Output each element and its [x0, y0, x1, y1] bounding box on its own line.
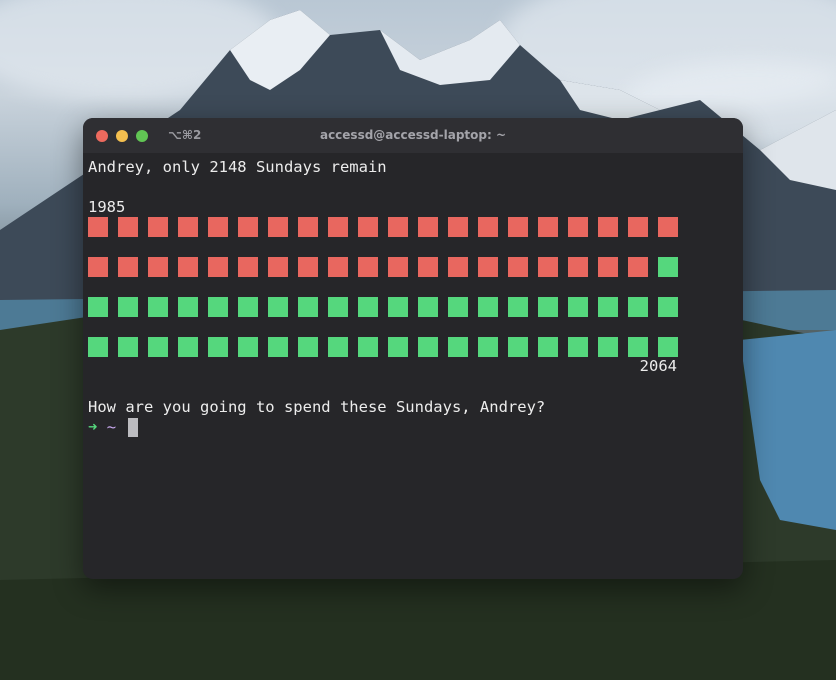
grid-row: [88, 337, 678, 357]
remaining-sunday-block: [418, 337, 438, 357]
past-sunday-block: [148, 257, 168, 277]
remaining-sunday-block: [268, 297, 288, 317]
past-sunday-block: [208, 257, 228, 277]
remaining-sunday-block: [298, 297, 318, 317]
remaining-sunday-block: [328, 297, 348, 317]
past-sunday-block: [478, 217, 498, 237]
past-sunday-block: [358, 257, 378, 277]
end-year: 2064: [639, 357, 677, 375]
remaining-sunday-block: [328, 337, 348, 357]
past-sunday-block: [598, 257, 618, 277]
remaining-sunday-block: [568, 337, 588, 357]
past-sunday-block: [538, 257, 558, 277]
remaining-sunday-block: [448, 297, 468, 317]
past-sunday-block: [568, 257, 588, 277]
past-sunday-block: [448, 257, 468, 277]
remaining-sunday-block: [178, 337, 198, 357]
remaining-sunday-block: [508, 337, 528, 357]
remaining-sunday-block: [268, 337, 288, 357]
past-sunday-block: [148, 217, 168, 237]
past-sunday-block: [388, 257, 408, 277]
remaining-sunday-block: [208, 337, 228, 357]
remaining-sunday-block: [358, 337, 378, 357]
shell-prompt[interactable]: ➜ ~: [88, 417, 116, 437]
remaining-sunday-block: [388, 337, 408, 357]
remaining-sunday-block: [478, 337, 498, 357]
past-sunday-block: [88, 217, 108, 237]
past-sunday-block: [628, 217, 648, 237]
start-year: 1985: [88, 198, 126, 216]
grid-row: [88, 257, 678, 277]
past-sunday-block: [658, 217, 678, 237]
past-sunday-block: [598, 217, 618, 237]
remaining-sunday-block: [238, 337, 258, 357]
remaining-sunday-block: [358, 297, 378, 317]
past-sunday-block: [118, 257, 138, 277]
past-sunday-block: [118, 217, 138, 237]
past-sunday-block: [298, 217, 318, 237]
remaining-sunday-block: [598, 337, 618, 357]
sundays-grid: [88, 217, 678, 377]
remaining-sunday-block: [88, 297, 108, 317]
past-sunday-block: [508, 257, 528, 277]
remaining-sunday-block: [658, 257, 678, 277]
sundays-heading: Andrey, only 2148 Sundays remain: [88, 158, 387, 176]
remaining-sunday-block: [448, 337, 468, 357]
remaining-sunday-block: [418, 297, 438, 317]
past-sunday-block: [418, 257, 438, 277]
arrow-icon: ➜: [88, 418, 98, 436]
past-sunday-block: [388, 217, 408, 237]
remaining-sunday-block: [568, 297, 588, 317]
past-sunday-block: [478, 257, 498, 277]
past-sunday-block: [328, 217, 348, 237]
remaining-sunday-block: [388, 297, 408, 317]
past-sunday-block: [178, 217, 198, 237]
past-sunday-block: [568, 217, 588, 237]
remaining-sunday-block: [148, 337, 168, 357]
terminal-window[interactable]: ⌥⌘2 accessd@accessd-laptop: ~ Andrey, on…: [83, 118, 743, 579]
remaining-sunday-block: [658, 297, 678, 317]
remaining-sunday-block: [628, 297, 648, 317]
past-sunday-block: [628, 257, 648, 277]
remaining-sunday-block: [88, 337, 108, 357]
past-sunday-block: [268, 257, 288, 277]
remaining-sunday-block: [118, 297, 138, 317]
past-sunday-block: [88, 257, 108, 277]
remaining-sunday-block: [118, 337, 138, 357]
past-sunday-block: [178, 257, 198, 277]
remaining-sunday-block: [298, 337, 318, 357]
remaining-sunday-block: [508, 297, 528, 317]
remaining-sunday-block: [538, 297, 558, 317]
remaining-sunday-block: [238, 297, 258, 317]
question-text: How are you going to spend these Sundays…: [88, 398, 546, 416]
prompt-directory: ~: [106, 418, 117, 436]
remaining-sunday-block: [478, 297, 498, 317]
window-title: accessd@accessd-laptop: ~: [319, 128, 507, 142]
remaining-sunday-block: [628, 337, 648, 357]
remaining-sunday-block: [208, 297, 228, 317]
text-cursor: [128, 418, 138, 437]
past-sunday-block: [508, 217, 528, 237]
past-sunday-block: [538, 217, 558, 237]
past-sunday-block: [358, 217, 378, 237]
past-sunday-block: [238, 217, 258, 237]
remaining-sunday-block: [658, 337, 678, 357]
title-bar[interactable]: ⌥⌘2 accessd@accessd-laptop: ~: [83, 118, 743, 153]
remaining-sunday-block: [538, 337, 558, 357]
grid-row: [88, 217, 678, 237]
past-sunday-block: [208, 217, 228, 237]
past-sunday-block: [268, 217, 288, 237]
past-sunday-block: [418, 217, 438, 237]
remaining-sunday-block: [148, 297, 168, 317]
past-sunday-block: [328, 257, 348, 277]
remaining-sunday-block: [598, 297, 618, 317]
past-sunday-block: [298, 257, 318, 277]
remaining-sunday-block: [178, 297, 198, 317]
past-sunday-block: [238, 257, 258, 277]
past-sunday-block: [448, 217, 468, 237]
grid-row: [88, 297, 678, 317]
